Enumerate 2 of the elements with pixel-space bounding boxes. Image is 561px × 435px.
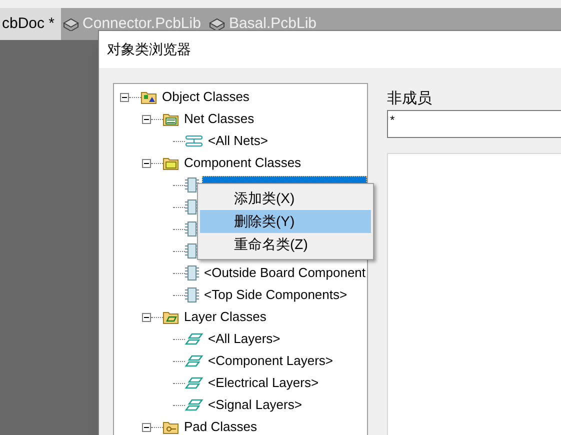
- non-members-label: 非成员: [387, 89, 433, 109]
- dialog-title: 对象类浏览器: [107, 40, 191, 59]
